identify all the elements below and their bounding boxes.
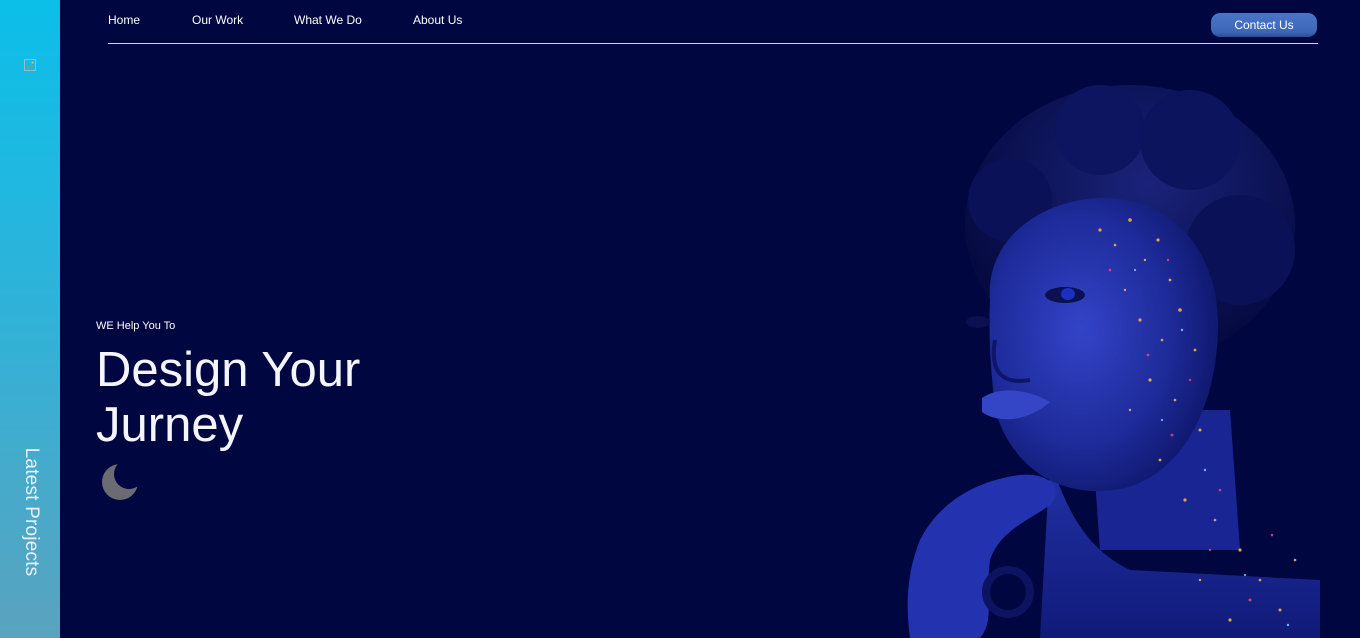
nav-what-we-do[interactable]: What We Do: [294, 13, 362, 27]
hero-portrait-image: [907, 85, 1320, 638]
moon-icon[interactable]: [100, 462, 140, 502]
contact-us-button[interactable]: Contact Us: [1211, 13, 1317, 37]
landing-page: Latest Projects Home Our Work What We Do…: [0, 0, 1360, 638]
sidebar: Latest Projects: [0, 0, 60, 638]
hero-eyebrow: WE Help You To: [96, 320, 176, 332]
latest-projects-link[interactable]: Latest Projects: [20, 448, 42, 577]
hero-title: Design Your Jurney: [96, 343, 516, 453]
hero-title-line-1: Design Your: [96, 343, 361, 397]
nav-about-us[interactable]: About Us: [413, 13, 462, 27]
broken-image-icon[interactable]: [24, 59, 36, 71]
nav-home[interactable]: Home: [108, 13, 140, 27]
top-navigation: Home Our Work What We Do About Us Contac…: [108, 0, 1318, 44]
hero-title-line-2: Jurney: [96, 398, 244, 452]
nav-our-work[interactable]: Our Work: [192, 13, 243, 27]
